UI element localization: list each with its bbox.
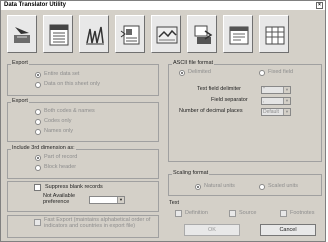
radio-scaled-units[interactable] [259,184,265,190]
fast-export-label: Fast Export (maintains alphabetical orde… [44,217,151,229]
field-separator-value: , [263,98,265,104]
close-icon[interactable]: × [316,2,323,9]
codes-only-label: Codes only [44,118,72,124]
window-title: Data Translator Utility [4,2,67,8]
ascii-format-label: ASCII file format [172,60,215,66]
decimal-places-label: Number of decimal places [179,108,243,114]
both-codes-names-label: Both codes & names [44,108,95,114]
not-available-label: Not Available preference [43,193,76,205]
source-label: Source [239,210,257,216]
part-of-record-label: Part of record [44,154,78,160]
tool-button-5[interactable] [151,15,181,53]
block-header-label: Block header [44,164,77,170]
tool-page-icon [120,25,140,45]
radio-part-of-record[interactable] [35,155,41,161]
tool-document-icon [49,24,69,46]
scaling-format-label: Scaling format [172,170,210,176]
radio-delimited[interactable] [179,70,185,76]
fast-export-checkbox[interactable] [34,219,41,226]
radio-data-on-sheet[interactable] [35,82,41,88]
names-only-label: Names only [44,128,74,134]
tool-button-2[interactable] [43,15,73,53]
ok-button[interactable]: OK [184,224,240,236]
radio-entire-data-set[interactable] [35,72,41,78]
decimal-places-value: Default [263,109,279,115]
export-codes-label: Export [11,98,29,104]
entire-data-set-label: Entire data set [44,71,80,77]
tool-button-3[interactable] [79,15,109,53]
text-delimiter-label: Text field delimiter [197,86,242,92]
suppress-blank-checkbox[interactable] [34,184,41,191]
data-translator-window: Data Translator Utility × Export Entire … [0,0,326,242]
tool-arrow-icon [14,27,30,43]
tool-chart-icon [86,26,104,45]
delimited-label: Delimited [188,69,211,75]
third-dimension-label: Include 3rd dimension as: [11,145,76,151]
fixed-field-label: Fixed field [268,69,294,75]
text-section-label: Text [169,200,180,206]
chevron-down-icon: ▼ [283,109,290,115]
definition-checkbox[interactable] [175,210,182,217]
tool-export-icon [194,25,213,44]
scaled-units-label: Scaled units [268,183,298,189]
radio-fixed-field[interactable] [259,70,265,76]
cancel-button[interactable]: Cancel [260,224,316,236]
tool-button-6[interactable] [187,15,217,53]
export-scope-label: Export [11,60,29,66]
radio-codes-only[interactable] [35,119,41,125]
suppress-blank-label: Suppress blank records [45,184,103,190]
radio-names-only[interactable] [35,129,41,135]
toolbar [7,15,323,55]
third-dimension-group [7,149,159,179]
radio-natural-units[interactable] [195,184,201,190]
export-scope-group [7,64,159,96]
field-separator-label: Field separator [211,97,248,103]
decimal-places-select[interactable]: Default ▼ [261,108,291,116]
tool-map-icon [156,26,178,44]
data-on-sheet-label: Data on this sheet only [44,81,100,87]
source-checkbox[interactable] [229,210,236,217]
chevron-down-icon: ▼ [283,98,290,104]
text-delimiter-value: " [263,87,265,93]
title-bar: Data Translator Utility × [1,1,325,10]
chevron-down-icon: ▼ [117,197,124,203]
tool-button-4[interactable] [115,15,145,53]
chevron-down-icon: ▼ [283,87,290,93]
radio-block-header[interactable] [35,165,41,171]
tool-table-icon [265,26,285,45]
tool-button-1[interactable] [7,15,37,53]
tool-button-7[interactable] [223,15,253,53]
tool-button-8[interactable] [259,15,289,53]
footnotes-label: Footnotes [290,210,315,216]
scaling-format-group [168,174,322,196]
definition-label: Definition [185,210,208,216]
field-separator-select[interactable]: , ▼ [261,97,291,105]
radio-both-codes-names[interactable] [35,109,41,115]
natural-units-label: Natural units [204,183,235,189]
text-delimiter-select[interactable]: " ▼ [261,86,291,94]
footnotes-checkbox[interactable] [280,210,287,217]
not-available-select[interactable]: ▼ [89,196,125,204]
tool-notepad-icon [229,26,249,45]
